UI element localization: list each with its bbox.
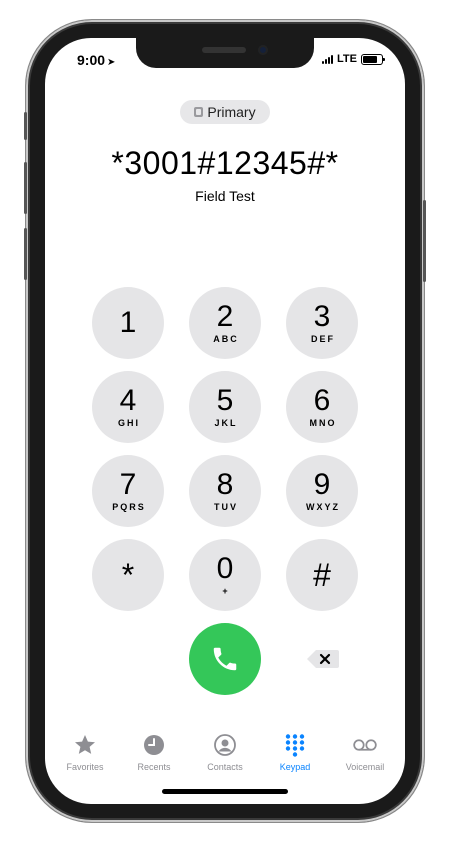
- key-letters: JKL: [214, 418, 238, 428]
- notch: [136, 38, 314, 68]
- status-time: 9:00 ➤: [77, 52, 115, 68]
- key-letters: WXYZ: [306, 502, 340, 512]
- keypad: 1 2 ABC 3 DEF 4 GHI 5 JKL 6 MNO 7 PQRS 8…: [92, 287, 358, 611]
- key-4[interactable]: 4 GHI: [92, 371, 164, 443]
- sim-card-icon: [194, 107, 204, 117]
- key-digit: 5: [216, 384, 234, 417]
- phone-icon: [213, 647, 237, 671]
- battery-icon: [361, 53, 385, 65]
- key-2[interactable]: 2 ABC: [189, 287, 261, 359]
- key-5[interactable]: 5 JKL: [189, 371, 261, 443]
- number-caption[interactable]: Field Test: [45, 188, 405, 204]
- tab-keypad[interactable]: Keypad: [263, 732, 327, 772]
- volume-down-button: [24, 228, 27, 280]
- clock-icon: [141, 732, 167, 758]
- key-letters: MNO: [309, 418, 337, 428]
- key-digit: 9: [313, 468, 331, 501]
- tab-voicemail[interactable]: Voicemail: [333, 732, 397, 772]
- key-6[interactable]: 6 MNO: [286, 371, 358, 443]
- person-circle-icon: [212, 732, 238, 758]
- key-digit: *: [121, 557, 135, 593]
- key-digit: 4: [119, 384, 137, 417]
- tab-contacts[interactable]: Contacts: [193, 732, 257, 772]
- location-arrow-icon: ➤: [107, 57, 116, 68]
- tab-favorites[interactable]: Favorites: [53, 732, 117, 772]
- backspace-icon: [307, 650, 339, 668]
- tab-label: Keypad: [279, 762, 311, 772]
- key-letters: ABC: [213, 334, 239, 344]
- key-star[interactable]: *: [92, 539, 164, 611]
- front-camera: [258, 45, 268, 55]
- key-3[interactable]: 3 DEF: [286, 287, 358, 359]
- key-digit: 8: [216, 468, 234, 501]
- tab-label: Voicemail: [345, 762, 385, 772]
- key-letters: TUV: [214, 502, 238, 512]
- line-selector[interactable]: Primary: [180, 100, 270, 124]
- line-label: Primary: [207, 104, 256, 120]
- volume-up-button: [24, 162, 27, 214]
- carrier-label: LTE: [337, 53, 357, 65]
- cellular-signal-icon: [322, 54, 334, 64]
- voicemail-icon: [352, 732, 378, 758]
- side-button: [24, 112, 27, 140]
- key-hash[interactable]: #: [286, 539, 358, 611]
- key-digit: 1: [119, 306, 137, 339]
- key-digit: 0: [216, 552, 234, 585]
- call-button[interactable]: [189, 623, 261, 695]
- key-digit: #: [313, 557, 331, 593]
- key-digit: 3: [313, 300, 331, 333]
- keypad-grid-icon: [282, 732, 308, 758]
- key-digit: 7: [119, 468, 137, 501]
- status-indicators: LTE: [322, 53, 385, 65]
- key-7[interactable]: 7 PQRS: [92, 455, 164, 527]
- key-9[interactable]: 9 WXYZ: [286, 455, 358, 527]
- key-letters: DEF: [311, 334, 335, 344]
- key-0[interactable]: 0 +: [189, 539, 261, 611]
- tab-label: Favorites: [66, 762, 104, 772]
- key-letters: PQRS: [112, 502, 146, 512]
- key-digit: 2: [216, 300, 234, 333]
- delete-button[interactable]: [306, 649, 340, 669]
- key-letters: GHI: [117, 418, 140, 428]
- status-time-text: 9:00: [77, 52, 106, 68]
- speaker: [202, 47, 246, 53]
- tab-recents[interactable]: Recents: [122, 732, 186, 772]
- tab-label: Contacts: [207, 762, 243, 772]
- key-8[interactable]: 8 TUV: [189, 455, 261, 527]
- tab-bar: Favorites Recents Contacts Keypad Voicem…: [45, 726, 405, 786]
- home-indicator[interactable]: [162, 789, 288, 794]
- key-1[interactable]: 1: [92, 287, 164, 359]
- phone-screen: 9:00 ➤ LTE Primary *3001#12345#* Field Te…: [45, 38, 405, 804]
- key-letters: +: [222, 586, 230, 596]
- star-icon: [72, 732, 98, 758]
- tab-label: Recents: [137, 762, 171, 772]
- dialed-number: *3001#12345#*: [111, 145, 339, 181]
- key-digit: 6: [313, 384, 331, 417]
- power-button: [423, 200, 426, 282]
